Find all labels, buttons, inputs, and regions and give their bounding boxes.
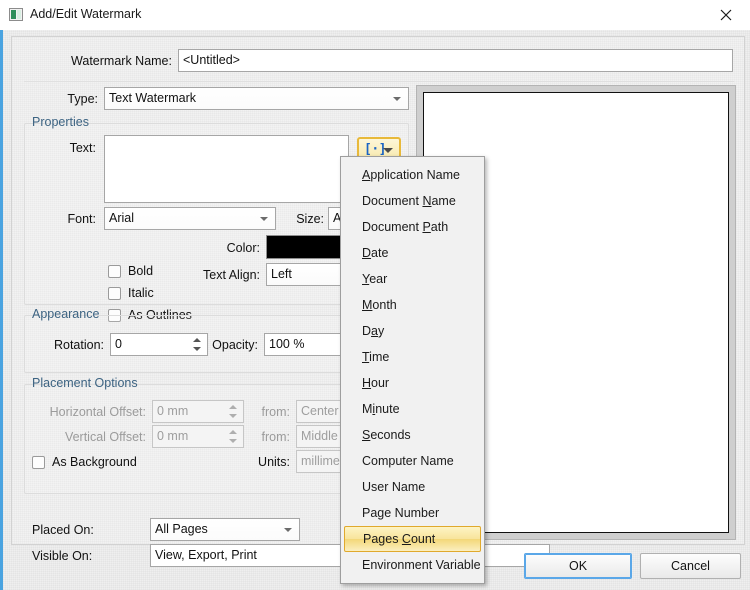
- rotation-spinner[interactable]: 0: [110, 333, 208, 356]
- horizontal-offset-spinner[interactable]: 0 mm: [152, 400, 244, 423]
- horizontal-offset-value: 0 mm: [157, 404, 188, 418]
- text-align-value: Left: [271, 267, 292, 281]
- spinner-up-icon[interactable]: [229, 405, 237, 409]
- visible-on-label: Visible On:: [32, 549, 92, 563]
- vertical-from-value: Middle: [301, 429, 338, 443]
- menu-item-time[interactable]: Time: [341, 344, 484, 370]
- watermark-window-icon: [9, 8, 23, 21]
- menu-item-pages-count[interactable]: Pages Count: [344, 526, 481, 552]
- menu-item-user-name[interactable]: User Name: [341, 474, 484, 500]
- as-background-checkbox[interactable]: [32, 456, 45, 469]
- italic-label: Italic: [128, 286, 154, 300]
- watermark-name-input[interactable]: <Untitled>: [178, 49, 733, 72]
- divider: [24, 81, 734, 82]
- bold-checkbox[interactable]: [108, 265, 121, 278]
- spinner-down-icon[interactable]: [229, 439, 237, 443]
- menu-item-seconds[interactable]: Seconds: [341, 422, 484, 448]
- placement-group-title: Placement Options: [32, 376, 138, 390]
- properties-group-title: Properties: [32, 115, 89, 129]
- type-label: Type:: [62, 92, 98, 106]
- spinner-down-icon[interactable]: [229, 414, 237, 418]
- color-label: Color:: [212, 241, 260, 255]
- menu-item-computer-name[interactable]: Computer Name: [341, 448, 484, 474]
- font-combo-value: Arial: [109, 211, 134, 225]
- menu-item-year[interactable]: Year: [341, 266, 484, 292]
- as-background-label: As Background: [52, 455, 137, 469]
- close-icon: [720, 9, 732, 21]
- horizontal-offset-label: Horizontal Offset:: [28, 405, 146, 419]
- rotation-label: Rotation:: [34, 338, 104, 352]
- vertical-from-label: from:: [248, 430, 290, 444]
- vertical-offset-label: Vertical Offset:: [28, 430, 146, 444]
- chevron-down-icon: [383, 148, 393, 153]
- italic-checkbox[interactable]: [108, 287, 121, 300]
- menu-item-minute[interactable]: Minute: [341, 396, 484, 422]
- menu-item-date[interactable]: Date: [341, 240, 484, 266]
- type-combo[interactable]: Text Watermark: [104, 87, 409, 110]
- macro-dropdown-menu: Application NameDocument NameDocument Pa…: [340, 156, 485, 584]
- units-label: Units:: [232, 455, 290, 469]
- watermark-text-input[interactable]: [104, 135, 349, 203]
- placed-on-label: Placed On:: [32, 523, 94, 537]
- menu-item-environment-variable[interactable]: Environment Variable: [341, 552, 484, 578]
- cancel-button[interactable]: Cancel: [640, 553, 741, 579]
- horizontal-from-label: from:: [248, 405, 290, 419]
- placed-on-combo[interactable]: All Pages: [150, 518, 300, 541]
- menu-item-day[interactable]: Day: [341, 318, 484, 344]
- placed-on-value: All Pages: [155, 522, 208, 536]
- size-label: Size:: [280, 212, 324, 226]
- horizontal-from-value: Center: [301, 404, 339, 418]
- menu-item-hour[interactable]: Hour: [341, 370, 484, 396]
- appearance-group-title: Appearance: [32, 307, 99, 321]
- vertical-offset-value: 0 mm: [157, 429, 188, 443]
- chevron-down-icon: [260, 217, 268, 221]
- spinner-up-icon[interactable]: [229, 430, 237, 434]
- text-label: Text:: [56, 141, 96, 155]
- window-title: Add/Edit Watermark: [30, 7, 141, 21]
- opacity-label: Opacity:: [198, 338, 258, 352]
- chevron-down-icon: [393, 97, 401, 101]
- close-button[interactable]: [704, 0, 750, 29]
- font-label: Font:: [56, 212, 96, 226]
- chevron-down-icon: [284, 528, 292, 532]
- menu-item-document-path[interactable]: Document Path: [341, 214, 484, 240]
- vertical-offset-spinner[interactable]: 0 mm: [152, 425, 244, 448]
- text-align-label: Text Align:: [180, 268, 260, 282]
- watermark-name-label: Watermark Name:: [62, 54, 172, 68]
- type-combo-value: Text Watermark: [109, 91, 196, 105]
- menu-item-page-number[interactable]: Page Number: [341, 500, 484, 526]
- font-combo[interactable]: Arial: [104, 207, 276, 230]
- watermark-dialog-window: Add/Edit Watermark Watermark Name: <Unti…: [0, 0, 750, 590]
- rotation-value: 0: [115, 337, 122, 351]
- title-bar: Add/Edit Watermark: [0, 0, 750, 31]
- bold-label: Bold: [128, 264, 153, 278]
- menu-item-document-name[interactable]: Document Name: [341, 188, 484, 214]
- menu-item-application-name[interactable]: Application Name: [341, 162, 484, 188]
- ok-button[interactable]: OK: [524, 553, 632, 579]
- menu-item-month[interactable]: Month: [341, 292, 484, 318]
